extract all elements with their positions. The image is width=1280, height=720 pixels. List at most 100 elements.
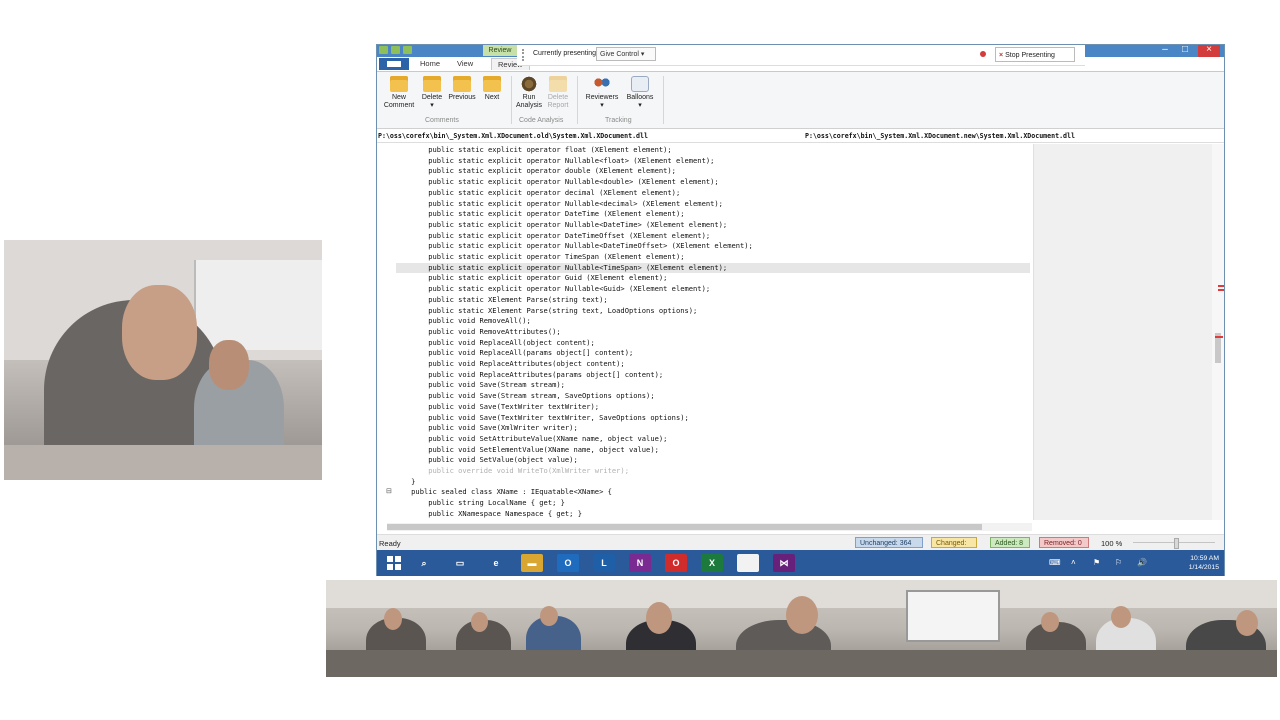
action-center-icon[interactable]: ⚐ bbox=[1115, 558, 1122, 567]
drag-grip-icon[interactable] bbox=[522, 49, 526, 61]
horizontal-scrollbar[interactable] bbox=[387, 523, 1032, 531]
code-line[interactable]: public void Save(Stream stream); bbox=[377, 380, 1031, 391]
code-line[interactable]: public override void WriteTo(XmlWriter w… bbox=[377, 466, 1031, 477]
added-count-badge[interactable]: Added: 8 bbox=[990, 537, 1030, 548]
internet-explorer-icon[interactable]: e bbox=[485, 554, 507, 572]
volume-icon[interactable]: 🔊 bbox=[1137, 558, 1147, 567]
new-comment-button[interactable]: New Comment bbox=[383, 76, 415, 110]
save-icon[interactable] bbox=[379, 46, 388, 54]
folder-icon bbox=[483, 76, 501, 92]
code-line[interactable]: public void Save(Stream stream, SaveOpti… bbox=[377, 391, 1031, 402]
balloons-button[interactable]: Balloons ▾ bbox=[623, 76, 657, 110]
code-line[interactable]: public static explicit operator DateTime… bbox=[377, 231, 1031, 242]
delete-report-button[interactable]: Delete Report bbox=[544, 76, 572, 110]
code-line[interactable]: public static explicit operator Nullable… bbox=[377, 156, 1031, 167]
code-line[interactable]: public void Save(TextWriter textWriter, … bbox=[377, 413, 1031, 424]
panorama-person-head bbox=[1236, 610, 1258, 636]
keyboard-icon[interactable]: ⌨ bbox=[1049, 558, 1061, 567]
webcam-left bbox=[4, 240, 322, 480]
presenting-bar: Currently presenting Give Control ▾ × Sto… bbox=[517, 45, 1085, 66]
code-line[interactable]: public static explicit operator Nullable… bbox=[377, 220, 1031, 231]
opera-icon[interactable]: O bbox=[665, 554, 687, 572]
onenote-icon[interactable]: N bbox=[629, 554, 651, 572]
search-icon[interactable]: ⌕ bbox=[413, 554, 435, 572]
status-bar: Ready Unchanged: 364 Changed: 0 Added: 8… bbox=[377, 534, 1224, 558]
minimize-button[interactable]: – bbox=[1158, 45, 1172, 57]
folder-icon bbox=[390, 76, 408, 92]
folder-icon bbox=[423, 76, 441, 92]
previous-comment-button[interactable]: Previous bbox=[447, 76, 477, 102]
code-line[interactable]: public void SetAttributeValue(XName name… bbox=[377, 434, 1031, 445]
start-button[interactable] bbox=[383, 554, 405, 572]
code-line[interactable]: public static explicit operator Nullable… bbox=[377, 284, 1031, 295]
code-line[interactable]: public static explicit operator Nullable… bbox=[377, 199, 1031, 210]
windows-logo-icon bbox=[387, 556, 401, 570]
code-line[interactable]: public static explicit operator TimeSpan… bbox=[377, 252, 1031, 263]
old-file-path: P:\oss\corefx\bin\_System.Xml.XDocument.… bbox=[378, 132, 648, 140]
close-button[interactable]: × bbox=[1198, 45, 1220, 57]
code-line[interactable]: public void SetElementValue(XName name, … bbox=[377, 445, 1031, 456]
run-analysis-button[interactable]: Run Analysis bbox=[514, 76, 544, 110]
outlook-icon[interactable]: O bbox=[557, 554, 579, 572]
code-line[interactable]: public static explicit operator decimal … bbox=[377, 188, 1031, 199]
tab-home[interactable]: Home bbox=[420, 59, 440, 68]
excel-icon[interactable]: X bbox=[701, 554, 723, 572]
code-line[interactable]: public static explicit operator Guid (XE… bbox=[377, 273, 1031, 284]
removed-count-badge[interactable]: Removed: 0 bbox=[1039, 537, 1089, 548]
maximize-button[interactable]: □ bbox=[1178, 45, 1192, 57]
code-line[interactable]: public sealed class XName : IEquatable<X… bbox=[377, 487, 1031, 498]
code-line[interactable]: public void Save(TextWriter textWriter); bbox=[377, 402, 1031, 413]
file-menu-button[interactable] bbox=[379, 58, 409, 70]
clock-time: 10:59 AM bbox=[1190, 555, 1219, 562]
zoom-slider-thumb[interactable] bbox=[1174, 538, 1179, 549]
document-icon[interactable] bbox=[737, 554, 759, 572]
report-icon bbox=[549, 76, 567, 92]
lync-icon[interactable]: L bbox=[593, 554, 615, 572]
code-line[interactable]: public static explicit operator double (… bbox=[377, 166, 1031, 177]
code-line[interactable]: public void ReplaceAttributes(object con… bbox=[377, 359, 1031, 370]
group-label-tracking: Tracking bbox=[605, 117, 632, 124]
code-line[interactable]: public static explicit operator float (X… bbox=[377, 145, 1031, 156]
changed-count-badge[interactable]: Changed: 0 bbox=[931, 537, 977, 558]
quick-access-toolbar bbox=[379, 46, 412, 56]
code-line[interactable]: public static XElement Parse(string text… bbox=[377, 295, 1031, 306]
vertical-scrollbar[interactable] bbox=[1212, 144, 1224, 520]
reviewers-button[interactable]: Reviewers ▾ bbox=[583, 76, 621, 110]
code-line[interactable]: public static XElement Parse(string text… bbox=[377, 306, 1031, 317]
code-editor-left[interactable]: public static explicit operator float (X… bbox=[377, 144, 1031, 525]
tab-view[interactable]: View bbox=[457, 59, 473, 68]
code-line[interactable]: public void ReplaceAll(object content); bbox=[377, 338, 1031, 349]
code-line[interactable]: public static explicit operator Nullable… bbox=[377, 241, 1031, 252]
visual-studio-icon[interactable]: ⋈ bbox=[773, 554, 795, 572]
code-line[interactable]: public void ReplaceAttributes(params obj… bbox=[377, 370, 1031, 381]
code-line[interactable]: public void ReplaceAll(params object[] c… bbox=[377, 348, 1031, 359]
delete-comment-button[interactable]: Delete ▾ bbox=[419, 76, 445, 110]
horizontal-scroll-thumb[interactable] bbox=[387, 524, 982, 530]
code-line[interactable]: public void SetValue(object value); bbox=[377, 455, 1031, 466]
diff-marker bbox=[1215, 336, 1223, 338]
stop-presenting-button[interactable]: × Stop Presenting bbox=[995, 47, 1075, 62]
file-explorer-icon[interactable]: ▭ bbox=[449, 554, 471, 572]
folder-icon[interactable]: ▬ bbox=[521, 554, 543, 572]
redo-icon[interactable] bbox=[403, 46, 412, 54]
unchanged-count-badge[interactable]: Unchanged: 364 bbox=[855, 537, 923, 548]
code-line[interactable]: public XNamespace Namespace { get; } bbox=[377, 509, 1031, 520]
code-line[interactable]: public void Save(XmlWriter writer); bbox=[377, 423, 1031, 434]
code-line[interactable]: public static explicit operator DateTime… bbox=[377, 209, 1031, 220]
code-diff-pane[interactable]: public static explicit operator float (X… bbox=[377, 144, 1212, 525]
undo-icon[interactable] bbox=[391, 46, 400, 54]
group-separator bbox=[511, 76, 512, 124]
code-line[interactable]: public void RemoveAll(); bbox=[377, 316, 1031, 327]
network-icon[interactable]: ⚑ bbox=[1093, 558, 1100, 567]
give-control-dropdown[interactable]: Give Control ▾ bbox=[596, 47, 656, 61]
code-editor-right[interactable] bbox=[1033, 144, 1212, 520]
taskbar-clock[interactable]: 10:59 AM 1/14/2015 bbox=[1171, 554, 1219, 572]
code-line[interactable]: public string LocalName { get; } bbox=[377, 498, 1031, 509]
code-line[interactable]: public static explicit operator Nullable… bbox=[377, 177, 1031, 188]
code-line-highlighted[interactable]: public static explicit operator Nullable… bbox=[396, 262, 1030, 274]
next-comment-button[interactable]: Next bbox=[480, 76, 504, 102]
code-line[interactable]: public void RemoveAttributes(); bbox=[377, 327, 1031, 338]
collapse-toggle-icon[interactable]: ⊟ bbox=[386, 487, 392, 495]
code-line[interactable]: } bbox=[377, 477, 1031, 488]
chevron-up-icon[interactable]: ˄ bbox=[1071, 558, 1076, 567]
